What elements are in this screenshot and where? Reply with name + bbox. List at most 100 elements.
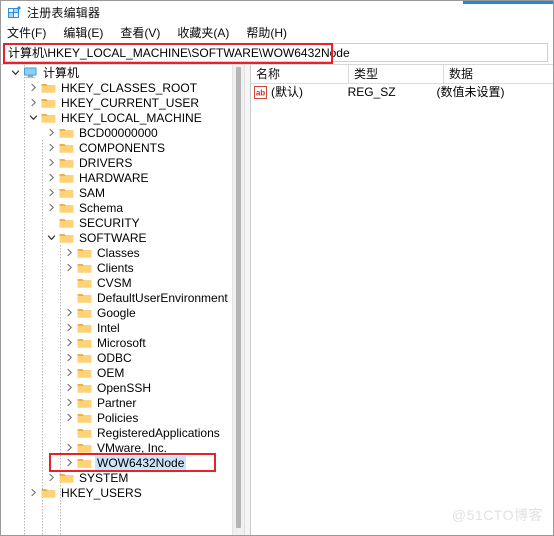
folder-icon (76, 320, 92, 335)
tree-item-odbc[interactable]: ODBC (1, 350, 244, 365)
folder-icon (76, 350, 92, 365)
tree-item-hardware[interactable]: HARDWARE (1, 170, 244, 185)
tree-vertical-scrollbar[interactable] (232, 65, 244, 535)
svg-text:ab: ab (256, 88, 265, 97)
chevron-down-icon[interactable] (45, 230, 58, 245)
tree-item-label: HKEY_CLASSES_ROOT (61, 80, 198, 95)
menu-item-file[interactable]: 文件(F) (7, 25, 55, 42)
tree-item-cvsm[interactable]: CVSM (1, 275, 244, 290)
chevron-right-icon[interactable] (63, 410, 76, 425)
tree-item-openssh[interactable]: OpenSSH (1, 380, 244, 395)
chevron-right-icon[interactable] (45, 155, 58, 170)
folder-icon (58, 185, 74, 200)
chevron-right-icon[interactable] (63, 320, 76, 335)
menu-item-help[interactable]: 帮助(H) (246, 25, 296, 42)
value-list-body[interactable]: ab (默认) REG_SZ (数值未设置) (251, 84, 553, 101)
value-name-text: (默认) (271, 85, 303, 99)
tree-item-sam[interactable]: SAM (1, 185, 244, 200)
tree-item-schema[interactable]: Schema (1, 200, 244, 215)
pane-splitter[interactable] (244, 65, 251, 535)
tree-scrollbar-thumb[interactable] (236, 67, 241, 528)
tree-item-intel[interactable]: Intel (1, 320, 244, 335)
chevron-right-icon[interactable] (63, 245, 76, 260)
column-header-name[interactable]: 名称 (251, 65, 349, 83)
chevron-right-icon[interactable] (63, 440, 76, 455)
tree-item-classes[interactable]: Classes (1, 245, 244, 260)
tree-item-hkey-current-user[interactable]: HKEY_CURRENT_USER (1, 95, 244, 110)
tree-item-oem[interactable]: OEM (1, 365, 244, 380)
tree-item-[interactable]: 计算机 (1, 65, 244, 80)
tree-item-security[interactable]: SECURITY (1, 215, 244, 230)
chevron-right-icon[interactable] (63, 380, 76, 395)
tree-item-label: SYSTEM (79, 470, 129, 485)
tree-item-hkey-classes-root[interactable]: HKEY_CLASSES_ROOT (1, 80, 244, 95)
chevron-right-icon[interactable] (63, 395, 76, 410)
chevron-right-icon[interactable] (45, 470, 58, 485)
chevron-down-icon[interactable] (9, 65, 22, 80)
tree-item-partner[interactable]: Partner (1, 395, 244, 410)
tree-item-drivers[interactable]: DRIVERS (1, 155, 244, 170)
chevron-right-icon[interactable] (63, 455, 76, 470)
menu-item-edit[interactable]: 编辑(E) (63, 25, 112, 42)
tree-item-label: SAM (79, 185, 106, 200)
tree-item-hkey-local-machine[interactable]: HKEY_LOCAL_MACHINE (1, 110, 244, 125)
folder-icon (76, 395, 92, 410)
value-type-cell: REG_SZ (347, 85, 396, 99)
tree-item-label: HARDWARE (79, 170, 149, 185)
tree-item-components[interactable]: COMPONENTS (1, 140, 244, 155)
chevron-right-icon[interactable] (63, 335, 76, 350)
chevron-right-icon[interactable] (45, 185, 58, 200)
value-list-row[interactable]: ab (默认) REG_SZ (数值未设置) (251, 84, 553, 101)
chevron-right-icon[interactable] (27, 80, 40, 95)
chevron-right-icon[interactable] (45, 200, 58, 215)
tree-item-google[interactable]: Google (1, 305, 244, 320)
chevron-right-icon[interactable] (63, 365, 76, 380)
chevron-down-icon[interactable] (27, 110, 40, 125)
folder-icon (76, 275, 92, 290)
column-header-data[interactable]: 数据 (444, 65, 549, 83)
folder-icon (40, 110, 56, 125)
address-bar-row (1, 42, 553, 64)
tree-item-label: Partner (97, 395, 137, 410)
tree-item-label: RegisteredApplications (97, 425, 220, 440)
chevron-right-icon[interactable] (45, 170, 58, 185)
folder-icon (40, 95, 56, 110)
chevron-right-icon[interactable] (45, 140, 58, 155)
tree-item-hkey-users[interactable]: HKEY_USERS (1, 485, 244, 500)
folder-icon (76, 410, 92, 425)
registry-editor-window: 注册表编辑器 文件(F) 编辑(E) 查看(V) 收藏夹(A) 帮助(H) 计算… (0, 0, 554, 536)
menu-item-view[interactable]: 查看(V) (120, 25, 169, 42)
folder-icon (58, 140, 74, 155)
chevron-right-icon[interactable] (27, 95, 40, 110)
registry-path-input[interactable] (4, 43, 548, 62)
value-data-cell: (数值未设置) (436, 85, 505, 99)
tree-item-registeredapplications[interactable]: RegisteredApplications (1, 425, 244, 440)
tree-item-policies[interactable]: Policies (1, 410, 244, 425)
tree-scroll-area[interactable]: 计算机 HKEY_CLASSES_ROOT HKEY_CURRENT_USER HKE… (1, 65, 244, 535)
tree-item-wow6432node[interactable]: WOW6432Node (1, 455, 244, 470)
chevron-right-icon[interactable] (45, 125, 58, 140)
column-header-type[interactable]: 类型 (349, 65, 444, 83)
tree-item-label: OEM (97, 365, 125, 380)
tree-item-vmware-inc[interactable]: VMware, Inc. (1, 440, 244, 455)
tree-item-clients[interactable]: Clients (1, 260, 244, 275)
tree-item-system[interactable]: SYSTEM (1, 470, 244, 485)
registry-value-list-pane[interactable]: 名称 类型 数据 ab (默认) REG_SZ (数值未设置) (251, 65, 553, 535)
tree-item-software[interactable]: SOFTWARE (1, 230, 244, 245)
tree-item-bcd00000000[interactable]: BCD00000000 (1, 125, 244, 140)
registry-key-tree-pane[interactable]: 计算机 HKEY_CLASSES_ROOT HKEY_CURRENT_USER HKE… (1, 65, 244, 535)
tree-item-defaultuserenvironment[interactable]: DefaultUserEnvironment (1, 290, 244, 305)
tree-item-microsoft[interactable]: Microsoft (1, 335, 244, 350)
folder-icon (58, 215, 74, 230)
chevron-right-icon[interactable] (63, 350, 76, 365)
tree-item-label: ODBC (97, 350, 132, 365)
tree-item-label: SECURITY (79, 215, 140, 230)
tree-item-label: OpenSSH (97, 380, 152, 395)
menu-item-favorites[interactable]: 收藏夹(A) (177, 25, 238, 42)
tree-item-label: SOFTWARE (79, 230, 147, 245)
chevron-right-icon[interactable] (63, 305, 76, 320)
chevron-right-icon[interactable] (27, 485, 40, 500)
chevron-right-icon[interactable] (63, 260, 76, 275)
